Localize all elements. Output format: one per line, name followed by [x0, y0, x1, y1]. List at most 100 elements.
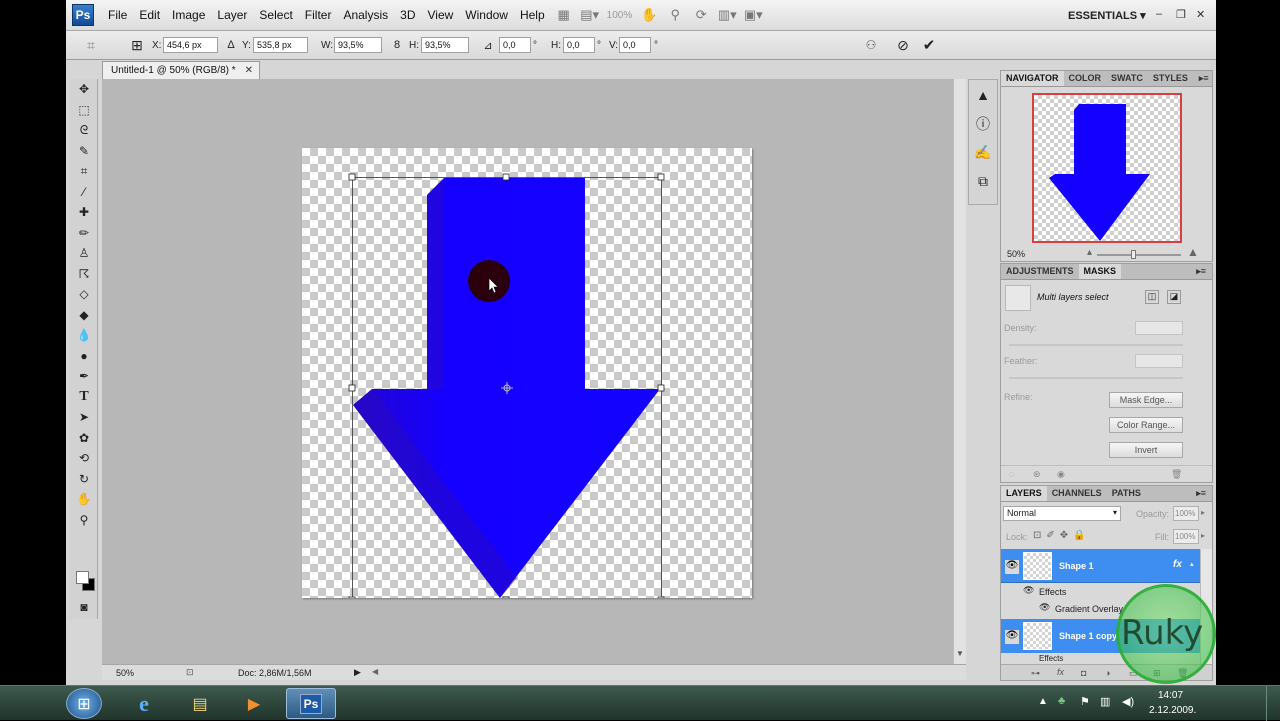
path-selection-tool-icon[interactable]: ➤	[70, 407, 98, 428]
opacity-arrow-icon[interactable]: ▸	[1201, 508, 1205, 517]
document-tab[interactable]: Untitled-1 @ 50% (RGB/8) * ✕	[102, 61, 260, 79]
warp-mode-icon[interactable]: ⚇	[862, 36, 880, 54]
layer-name-2[interactable]: Shape 1 copy	[1059, 631, 1117, 641]
3d-rotate-tool-icon[interactable]: ⟲	[70, 448, 98, 469]
effects-eye-icon[interactable]: 👁	[1023, 585, 1034, 596]
lasso-tool-icon[interactable]: ᘓ	[70, 120, 98, 141]
apply-mask-icon[interactable]: ⊛	[1033, 469, 1041, 480]
navigator-preview[interactable]	[1032, 93, 1182, 243]
clock-time[interactable]: 14:07	[1158, 690, 1183, 701]
show-desktop-button[interactable]	[1266, 686, 1280, 721]
tool-preset-icon[interactable]: ⌗	[82, 36, 100, 54]
layers-menu-icon[interactable]: ▸≡	[1190, 486, 1212, 501]
relative-position-icon[interactable]: Δ	[222, 36, 240, 54]
action-center-icon[interactable]: ⚑	[1080, 695, 1090, 708]
canvas[interactable]	[302, 148, 752, 598]
hscroll-left-arrow-icon[interactable]: ◀	[372, 667, 378, 676]
masks-menu-icon[interactable]: ▸≡	[1190, 264, 1212, 279]
menu-view[interactable]: View	[421, 8, 459, 22]
add-mask-icon[interactable]: ◘	[1081, 668, 1086, 678]
move-tool-icon[interactable]: ✥	[70, 79, 98, 100]
photoshop-logo-icon[interactable]: Ps	[72, 4, 94, 26]
scroll-down-arrow-icon[interactable]: ▼	[956, 649, 964, 658]
brush-presets-icon[interactable]: ✍	[969, 138, 997, 167]
hand-tool-icon-2[interactable]: ✋	[70, 489, 98, 510]
blend-mode-dropdown[interactable]: Normal ▾	[1003, 506, 1121, 521]
media-player-icon[interactable]: ▶	[232, 688, 276, 719]
rotate-view-icon[interactable]: ⟳	[692, 7, 710, 23]
view-extras-icon[interactable]: ▤▾	[580, 7, 599, 23]
link-layers-icon[interactable]: ⊶	[1031, 668, 1040, 679]
brush-tool-icon[interactable]: ✏	[70, 223, 98, 244]
horizontal-skew-field[interactable]: 0,0	[563, 37, 595, 53]
x-position-field[interactable]: 454,6 px	[163, 37, 218, 53]
custom-shape-tool-icon[interactable]: ✿	[70, 428, 98, 449]
arrange-documents-icon[interactable]: ▥▾	[718, 7, 737, 23]
commit-transform-icon[interactable]: ✔	[920, 36, 938, 54]
width-field[interactable]: 93,5%	[334, 37, 382, 53]
close-document-icon[interactable]: ✕	[245, 65, 253, 76]
density-slider[interactable]	[1009, 344, 1183, 346]
zoom-tool-icon[interactable]: ⚲	[666, 7, 684, 23]
fx-icon[interactable]: fx	[1173, 559, 1182, 570]
crop-tool-icon[interactable]: ⌗	[70, 161, 98, 182]
tab-paths[interactable]: PATHS	[1107, 486, 1146, 501]
vertical-scrollbar[interactable]: ▼	[953, 79, 966, 664]
zoom-out-icon[interactable]: ▴	[1087, 247, 1092, 258]
bridge-icon[interactable]: ▦	[555, 7, 573, 23]
status-export-icon[interactable]: ⊡	[186, 667, 194, 678]
fill-field[interactable]: 100%	[1173, 529, 1199, 544]
histogram-icon[interactable]: ▲	[969, 80, 997, 109]
pen-tool-icon[interactable]: ✒	[70, 366, 98, 387]
menu-select[interactable]: Select	[253, 8, 298, 22]
mask-edge-button[interactable]: Mask Edge...	[1109, 392, 1183, 408]
adjustment-layer-icon[interactable]: ◑	[1105, 668, 1110, 678]
taskbar-photoshop-button[interactable]: Ps	[286, 688, 336, 719]
density-field[interactable]	[1135, 321, 1183, 335]
foreground-color-swatch[interactable]	[76, 571, 89, 584]
navigator-zoom-slider[interactable]	[1097, 254, 1181, 256]
menu-analysis[interactable]: Analysis	[337, 8, 394, 22]
quick-selection-tool-icon[interactable]: ✎	[70, 141, 98, 162]
menu-edit[interactable]: Edit	[133, 8, 166, 22]
info-icon[interactable]: ⓘ	[969, 109, 997, 138]
status-menu-arrow-icon[interactable]: ▶	[354, 667, 361, 678]
feather-slider[interactable]	[1009, 377, 1183, 379]
tab-navigator[interactable]: NAVIGATOR	[1001, 71, 1064, 86]
fill-arrow-icon[interactable]: ▸	[1201, 531, 1205, 540]
tab-channels[interactable]: CHANNELS	[1047, 486, 1107, 501]
network-icon[interactable]: ▥	[1100, 695, 1110, 708]
tab-adjustments[interactable]: ADJUSTMENTS	[1001, 264, 1079, 279]
quick-mask-icon[interactable]: ◙	[70, 597, 98, 618]
tab-layers[interactable]: LAYERS	[1001, 486, 1047, 501]
visibility-eye-icon-2[interactable]: 👁	[1005, 630, 1019, 644]
tab-swatches[interactable]: SWATC	[1106, 71, 1148, 86]
close-icon[interactable]: ✕	[1196, 8, 1205, 21]
visibility-eye-icon[interactable]: 👁	[1005, 560, 1019, 574]
status-zoom-field[interactable]: 50%	[116, 668, 134, 678]
layer-name[interactable]: Shape 1	[1059, 561, 1094, 571]
clock-date[interactable]: 2.12.2009.	[1149, 705, 1196, 716]
vertical-skew-field[interactable]: 0,0	[619, 37, 651, 53]
feather-field[interactable]	[1135, 354, 1183, 368]
tab-styles[interactable]: STYLES	[1148, 71, 1193, 86]
delete-mask-icon[interactable]: 🗑	[1171, 469, 1182, 480]
file-explorer-icon[interactable]: ▤	[178, 688, 222, 719]
start-button[interactable]: ⊞	[66, 688, 102, 719]
layer-row-shape-1[interactable]: 👁 Shape 1 fx ▴	[1001, 549, 1200, 583]
workspace-switcher[interactable]: ESSENTIALS ▾	[1068, 9, 1146, 22]
opacity-field[interactable]: 100%	[1173, 506, 1199, 521]
cancel-transform-icon[interactable]: ⊘	[894, 36, 912, 54]
restore-icon[interactable]: ❐	[1176, 8, 1186, 21]
zoom-tool-icon-2[interactable]: ⚲	[70, 510, 98, 531]
menu-help[interactable]: Help	[514, 8, 551, 22]
blur-tool-icon[interactable]: 💧	[70, 325, 98, 346]
panel-menu-icon[interactable]: ▸≡	[1193, 71, 1215, 86]
type-tool-icon[interactable]: T	[70, 387, 98, 408]
link-proportions-icon[interactable]: 8	[388, 36, 406, 54]
add-style-icon[interactable]: fx	[1057, 667, 1064, 677]
tab-color[interactable]: COLOR	[1064, 71, 1107, 86]
screen-mode-icon[interactable]: ▣▾	[744, 7, 763, 23]
menu-layer[interactable]: Layer	[211, 8, 253, 22]
internet-explorer-icon[interactable]: e	[122, 688, 166, 719]
